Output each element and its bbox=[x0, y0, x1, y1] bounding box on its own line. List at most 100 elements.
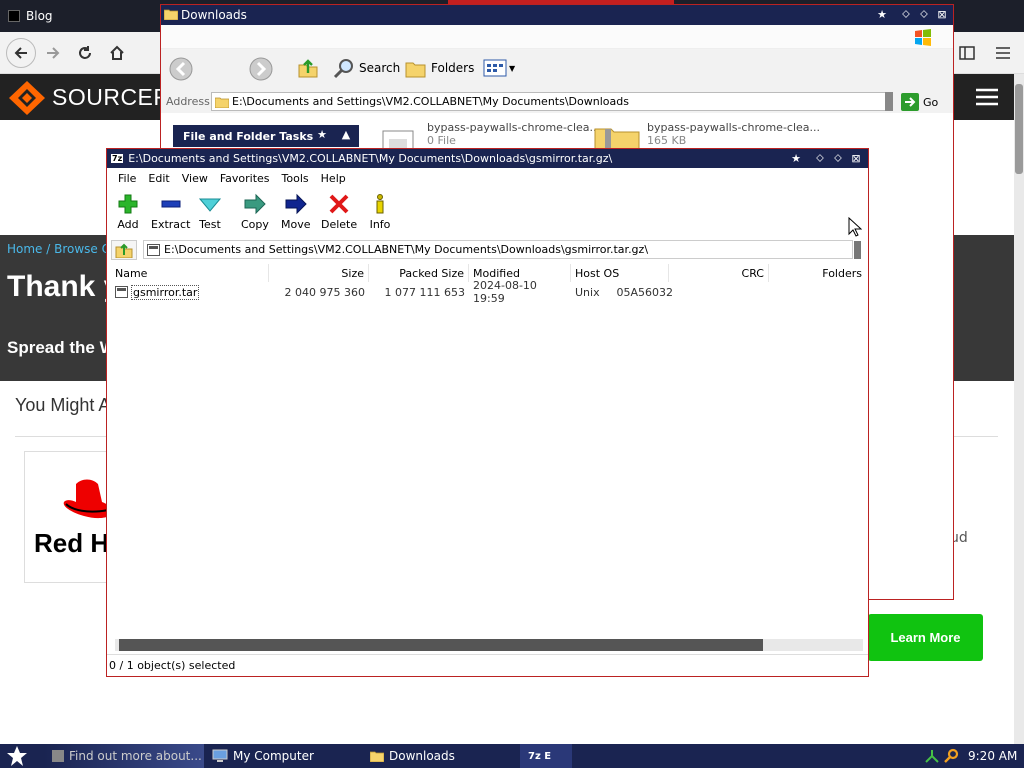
address-label: Address bbox=[166, 95, 210, 108]
go-button[interactable]: Go bbox=[901, 93, 938, 111]
up-folder-icon[interactable] bbox=[111, 240, 137, 260]
browser-tab[interactable]: Blog bbox=[0, 0, 160, 32]
7zip-titlebar[interactable]: 7z E:\Documents and Settings\VM2.COLLABN… bbox=[107, 149, 868, 168]
taskbar-clock[interactable]: 9:20 AM bbox=[968, 744, 1017, 768]
menu-tools[interactable]: Tools bbox=[276, 172, 315, 185]
7zip-toolbar: Add Extract Test Copy Move Delete Info bbox=[107, 189, 868, 239]
close-icon[interactable]: ⊠ bbox=[935, 7, 949, 21]
column-name[interactable]: Name bbox=[111, 264, 269, 282]
explorer-titlebar[interactable]: Downloads bbox=[161, 5, 953, 25]
collapse-icon[interactable]: ▲ bbox=[339, 127, 353, 141]
tasks-panel-header[interactable]: File and Folder Tasks bbox=[173, 125, 359, 147]
7zip-title: E:\Documents and Settings\VM2.COLLABNET\… bbox=[128, 152, 613, 165]
archive-icon bbox=[147, 244, 160, 256]
search-tray-icon[interactable] bbox=[944, 748, 960, 764]
page-scrollbar-thumb[interactable] bbox=[1015, 84, 1023, 174]
tasks-panel-title: File and Folder Tasks bbox=[183, 129, 314, 143]
chevron-down-icon: ▼ bbox=[509, 63, 516, 73]
folders-label: Folders bbox=[431, 61, 475, 75]
extract-button[interactable]: Extract bbox=[151, 193, 190, 231]
menu-favorites[interactable]: Favorites bbox=[214, 172, 276, 185]
home-icon[interactable] bbox=[102, 38, 132, 68]
taskbar-item-7zip[interactable]: 7z E bbox=[520, 744, 572, 768]
site-menu-icon[interactable] bbox=[976, 88, 998, 106]
search-icon bbox=[333, 57, 355, 79]
plus-icon bbox=[117, 193, 139, 218]
start-star-icon[interactable] bbox=[6, 746, 28, 766]
back-button-icon[interactable] bbox=[169, 57, 193, 81]
7zip-address-bar: E:\Documents and Settings\VM2.COLLABNET\… bbox=[107, 239, 868, 261]
test-label: Test bbox=[199, 218, 221, 231]
column-size[interactable]: Size bbox=[269, 264, 369, 282]
sidebar-icon[interactable] bbox=[952, 38, 982, 68]
pin-star-icon[interactable]: ★ bbox=[875, 7, 889, 21]
delete-label: Delete bbox=[321, 218, 358, 231]
address-field[interactable]: E:\Documents and Settings\VM2.COLLABNET\… bbox=[211, 92, 893, 111]
minimize-icon[interactable]: ⬦ bbox=[813, 151, 827, 165]
learn-more-button[interactable]: Learn More bbox=[868, 614, 983, 661]
views-button[interactable]: ▼ bbox=[483, 59, 515, 77]
7zip-app-icon: 7z bbox=[111, 154, 124, 163]
page-scrollbar[interactable] bbox=[1014, 74, 1024, 744]
file-item[interactable]: bypass-paywalls-chrome-clea... 165 KB bbox=[593, 121, 820, 157]
menu-help[interactable]: Help bbox=[315, 172, 352, 185]
move-button[interactable]: Move bbox=[281, 193, 311, 231]
address-dropdown[interactable] bbox=[885, 92, 893, 111]
copy-arrow-icon bbox=[244, 193, 266, 218]
horizontal-scrollbar[interactable] bbox=[115, 639, 863, 651]
menu-view[interactable]: View bbox=[176, 172, 214, 185]
taskbar-item-my-computer[interactable]: My Computer bbox=[204, 744, 356, 768]
minus-icon bbox=[160, 193, 182, 218]
archive-path: E:\Documents and Settings\VM2.COLLABNET\… bbox=[164, 243, 649, 256]
windows-flag-icon bbox=[913, 27, 933, 47]
status-text: 0 / 1 object(s) selected bbox=[109, 659, 236, 672]
forward-button-icon[interactable] bbox=[249, 57, 273, 81]
close-icon[interactable]: ⊠ bbox=[849, 151, 863, 165]
test-button[interactable]: Test bbox=[199, 193, 221, 231]
search-button[interactable]: Search bbox=[333, 57, 400, 79]
redhat-hat-icon bbox=[62, 478, 112, 524]
horizontal-scrollbar-thumb[interactable] bbox=[119, 639, 763, 651]
file-modified: 2024-08-10 19:59 bbox=[473, 279, 537, 305]
taskbar-item-browser[interactable]: Find out more about... bbox=[44, 744, 204, 768]
breadcrumb[interactable]: Home / Browse Op bbox=[7, 242, 119, 256]
app-icon bbox=[52, 750, 64, 762]
network-tray-icon[interactable] bbox=[924, 748, 940, 764]
file-name: bypass-paywalls-chrome-clea... bbox=[427, 121, 601, 134]
add-button[interactable]: Add bbox=[117, 193, 139, 231]
menu-edit[interactable]: Edit bbox=[142, 172, 175, 185]
file-detail: 0 File bbox=[427, 134, 456, 147]
column-folders[interactable]: Folders bbox=[769, 264, 866, 282]
taskbar-item-downloads[interactable]: Downloads bbox=[362, 744, 512, 768]
maximize-icon[interactable]: ⬦ bbox=[831, 151, 845, 165]
move-arrow-icon bbox=[285, 193, 307, 218]
archive-path-field[interactable]: E:\Documents and Settings\VM2.COLLABNET\… bbox=[143, 240, 853, 259]
tar-file-icon bbox=[115, 286, 128, 298]
explorer-address-bar: Address E:\Documents and Settings\VM2.CO… bbox=[161, 91, 953, 113]
reload-icon[interactable] bbox=[70, 38, 100, 68]
7zip-window: 7z E:\Documents and Settings\VM2.COLLABN… bbox=[106, 148, 869, 677]
minimize-icon[interactable]: ⬦ bbox=[899, 7, 913, 21]
folders-button[interactable]: Folders bbox=[405, 57, 474, 79]
column-host-os[interactable]: Host OS bbox=[571, 264, 669, 282]
explorer-title: Downloads bbox=[181, 8, 247, 22]
info-button[interactable]: Info bbox=[369, 193, 391, 231]
column-packed-size[interactable]: Packed Size bbox=[369, 264, 469, 282]
menu-icon[interactable] bbox=[988, 38, 1018, 68]
status-bar: 0 / 1 object(s) selected bbox=[107, 654, 868, 676]
mouse-cursor-icon bbox=[848, 217, 862, 237]
up-folder-icon[interactable] bbox=[297, 57, 319, 79]
menu-file[interactable]: File bbox=[112, 172, 142, 185]
delete-x-icon bbox=[328, 193, 350, 218]
maximize-icon[interactable]: ⬦ bbox=[917, 7, 931, 21]
pin-star-icon[interactable]: ★ bbox=[789, 151, 803, 165]
forward-arrow-icon[interactable] bbox=[38, 38, 68, 68]
column-crc[interactable]: CRC bbox=[669, 264, 769, 282]
back-arrow-icon[interactable] bbox=[6, 38, 36, 68]
file-item[interactable]: bypass-paywalls-chrome-clea... 0 File bbox=[381, 121, 601, 159]
folder-icon bbox=[370, 750, 384, 762]
delete-button[interactable]: Delete bbox=[321, 193, 357, 231]
path-dropdown[interactable] bbox=[854, 241, 861, 259]
table-row[interactable]: gsmirror.tar 2 040 975 360 1 077 111 653… bbox=[111, 279, 866, 305]
copy-button[interactable]: Copy bbox=[241, 193, 269, 231]
